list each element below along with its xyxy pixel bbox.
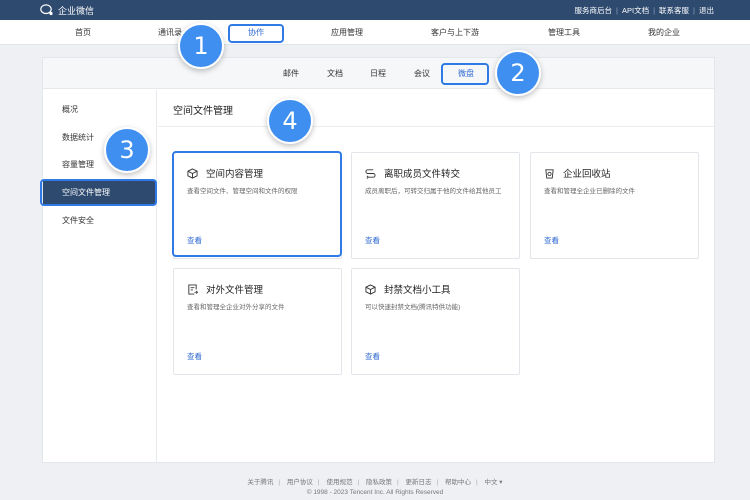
separator: | bbox=[396, 479, 399, 486]
card-view-link[interactable]: 查看 bbox=[187, 351, 202, 362]
card-external-file-management[interactable]: 对外文件管理 查看和管理全企业对外分享的文件 查看 bbox=[173, 268, 342, 375]
brand[interactable]: 企业微信 bbox=[40, 4, 94, 17]
page-title: 空间文件管理 bbox=[173, 106, 233, 117]
card-header: 对外文件管理 bbox=[187, 282, 263, 296]
separator: | bbox=[317, 479, 320, 486]
top-links: 服务商后台 | API文档 | 联系客服 | 退出 bbox=[575, 0, 714, 20]
nav-my-enterprise[interactable]: 我的企业 bbox=[648, 20, 680, 45]
recycle-bin-icon bbox=[545, 168, 554, 179]
card-departed-member-transfer[interactable]: 离职成员文件转交 成员离职后，可转交归属于他的文件给其他员工 查看 bbox=[351, 152, 520, 259]
footer-link-user-agreement[interactable]: 用户协议 bbox=[287, 479, 313, 486]
separator: | bbox=[357, 479, 360, 486]
annotation-badge-4: 4 bbox=[267, 98, 313, 144]
separator: | bbox=[616, 5, 618, 15]
annotation-badge-2: 2 bbox=[495, 50, 541, 96]
card-title: 企业回收站 bbox=[563, 169, 611, 180]
card-view-link[interactable]: 查看 bbox=[365, 351, 380, 362]
card-description: 可以快速封禁文档(腾讯特供功能) bbox=[365, 304, 461, 311]
external-file-icon bbox=[188, 283, 198, 295]
annotation-badge-1: 1 bbox=[178, 23, 224, 69]
separator: | bbox=[475, 479, 478, 486]
brand-name: 企业微信 bbox=[58, 5, 95, 16]
separator: | bbox=[278, 479, 281, 486]
footer-link-usage-rules[interactable]: 使用规范 bbox=[326, 479, 352, 486]
top-link-api-docs[interactable]: API文档 bbox=[622, 5, 649, 16]
top-link-service-provider[interactable]: 服务商后台 bbox=[575, 5, 613, 16]
divider bbox=[158, 126, 714, 127]
card-title: 封禁文档小工具 bbox=[384, 285, 451, 296]
nav-app-management[interactable]: 应用管理 bbox=[331, 20, 363, 45]
card-view-link[interactable]: 查看 bbox=[365, 235, 380, 246]
card-header: 封禁文档小工具 bbox=[365, 282, 451, 296]
card-view-link[interactable]: 查看 bbox=[544, 235, 559, 246]
subnav-meeting[interactable]: 会议 bbox=[414, 58, 430, 89]
card-title: 离职成员文件转交 bbox=[384, 169, 461, 180]
transfer-icon bbox=[365, 168, 376, 179]
separator: | bbox=[693, 5, 695, 15]
cube-icon bbox=[365, 283, 376, 295]
main-panel: 邮件 文档 日程 会议 微盘 概况 数据统计 容量管理 空间文件管理 文件安全 … bbox=[42, 57, 715, 463]
copyright: © 1998 - 2023 Tencent Inc. All Rights Re… bbox=[306, 489, 444, 496]
card-description: 查看和管理全企业已删除的文件 bbox=[544, 188, 635, 195]
card-description: 查看和管理全企业对外分享的文件 bbox=[187, 304, 285, 311]
subnav-mail[interactable]: 邮件 bbox=[283, 58, 299, 89]
card-description: 成员离职后，可转交归属于他的文件给其他员工 bbox=[365, 188, 502, 195]
sub-nav: 邮件 文档 日程 会议 微盘 bbox=[43, 58, 714, 89]
footer-link-changelog[interactable]: 更新日志 bbox=[405, 479, 431, 486]
nav-home[interactable]: 首页 bbox=[75, 20, 91, 45]
subnav-calendar[interactable]: 日程 bbox=[370, 58, 386, 89]
separator: | bbox=[653, 5, 656, 15]
card-title: 对外文件管理 bbox=[206, 285, 264, 296]
footer-links: 关于腾讯 | 用户协议 | 使用规范 | 隐私政策 | 更新日志 | 帮助中心 | 中文 ▾ bbox=[0, 476, 750, 486]
sidebar-item-file-security[interactable]: 文件安全 bbox=[43, 209, 157, 233]
nav-management-tools[interactable]: 管理工具 bbox=[548, 20, 580, 45]
highlight-box-collaboration bbox=[228, 24, 284, 43]
wecom-logo-icon bbox=[40, 4, 53, 16]
separator: | bbox=[436, 479, 439, 486]
highlight-box-space-content-card bbox=[172, 151, 342, 257]
top-link-contact-support[interactable]: 联系客服 bbox=[659, 5, 689, 16]
footer-link-privacy[interactable]: 隐私政策 bbox=[366, 479, 392, 486]
highlight-box-space-file-management bbox=[40, 179, 157, 206]
card-document-ban-tool[interactable]: 封禁文档小工具 可以快速封禁文档(腾讯特供功能) 查看 bbox=[351, 268, 520, 375]
top-bar: 企业微信 服务商后台 | API文档 | 联系客服 | 退出 bbox=[0, 0, 750, 20]
sidebar-item-overview[interactable]: 概况 bbox=[43, 98, 157, 122]
top-link-logout[interactable]: 退出 bbox=[699, 5, 714, 16]
card-header: 企业回收站 bbox=[544, 166, 611, 180]
annotation-badge-3: 3 bbox=[104, 127, 150, 173]
nav-customers-partners[interactable]: 客户与上下游 bbox=[431, 20, 479, 45]
subnav-docs[interactable]: 文档 bbox=[327, 58, 343, 89]
main-nav: 首页 通讯录 协作 应用管理 客户与上下游 管理工具 我的企业 bbox=[0, 20, 750, 45]
footer-link-about[interactable]: 关于腾讯 bbox=[247, 479, 273, 486]
card-enterprise-recycle-bin[interactable]: 企业回收站 查看和管理全企业已删除的文件 查看 bbox=[530, 152, 699, 259]
card-header: 离职成员文件转交 bbox=[365, 166, 460, 180]
highlight-box-wedrive bbox=[441, 63, 489, 85]
footer-link-help-center[interactable]: 帮助中心 bbox=[445, 479, 471, 486]
language-selector[interactable]: 中文 ▾ bbox=[485, 479, 503, 486]
